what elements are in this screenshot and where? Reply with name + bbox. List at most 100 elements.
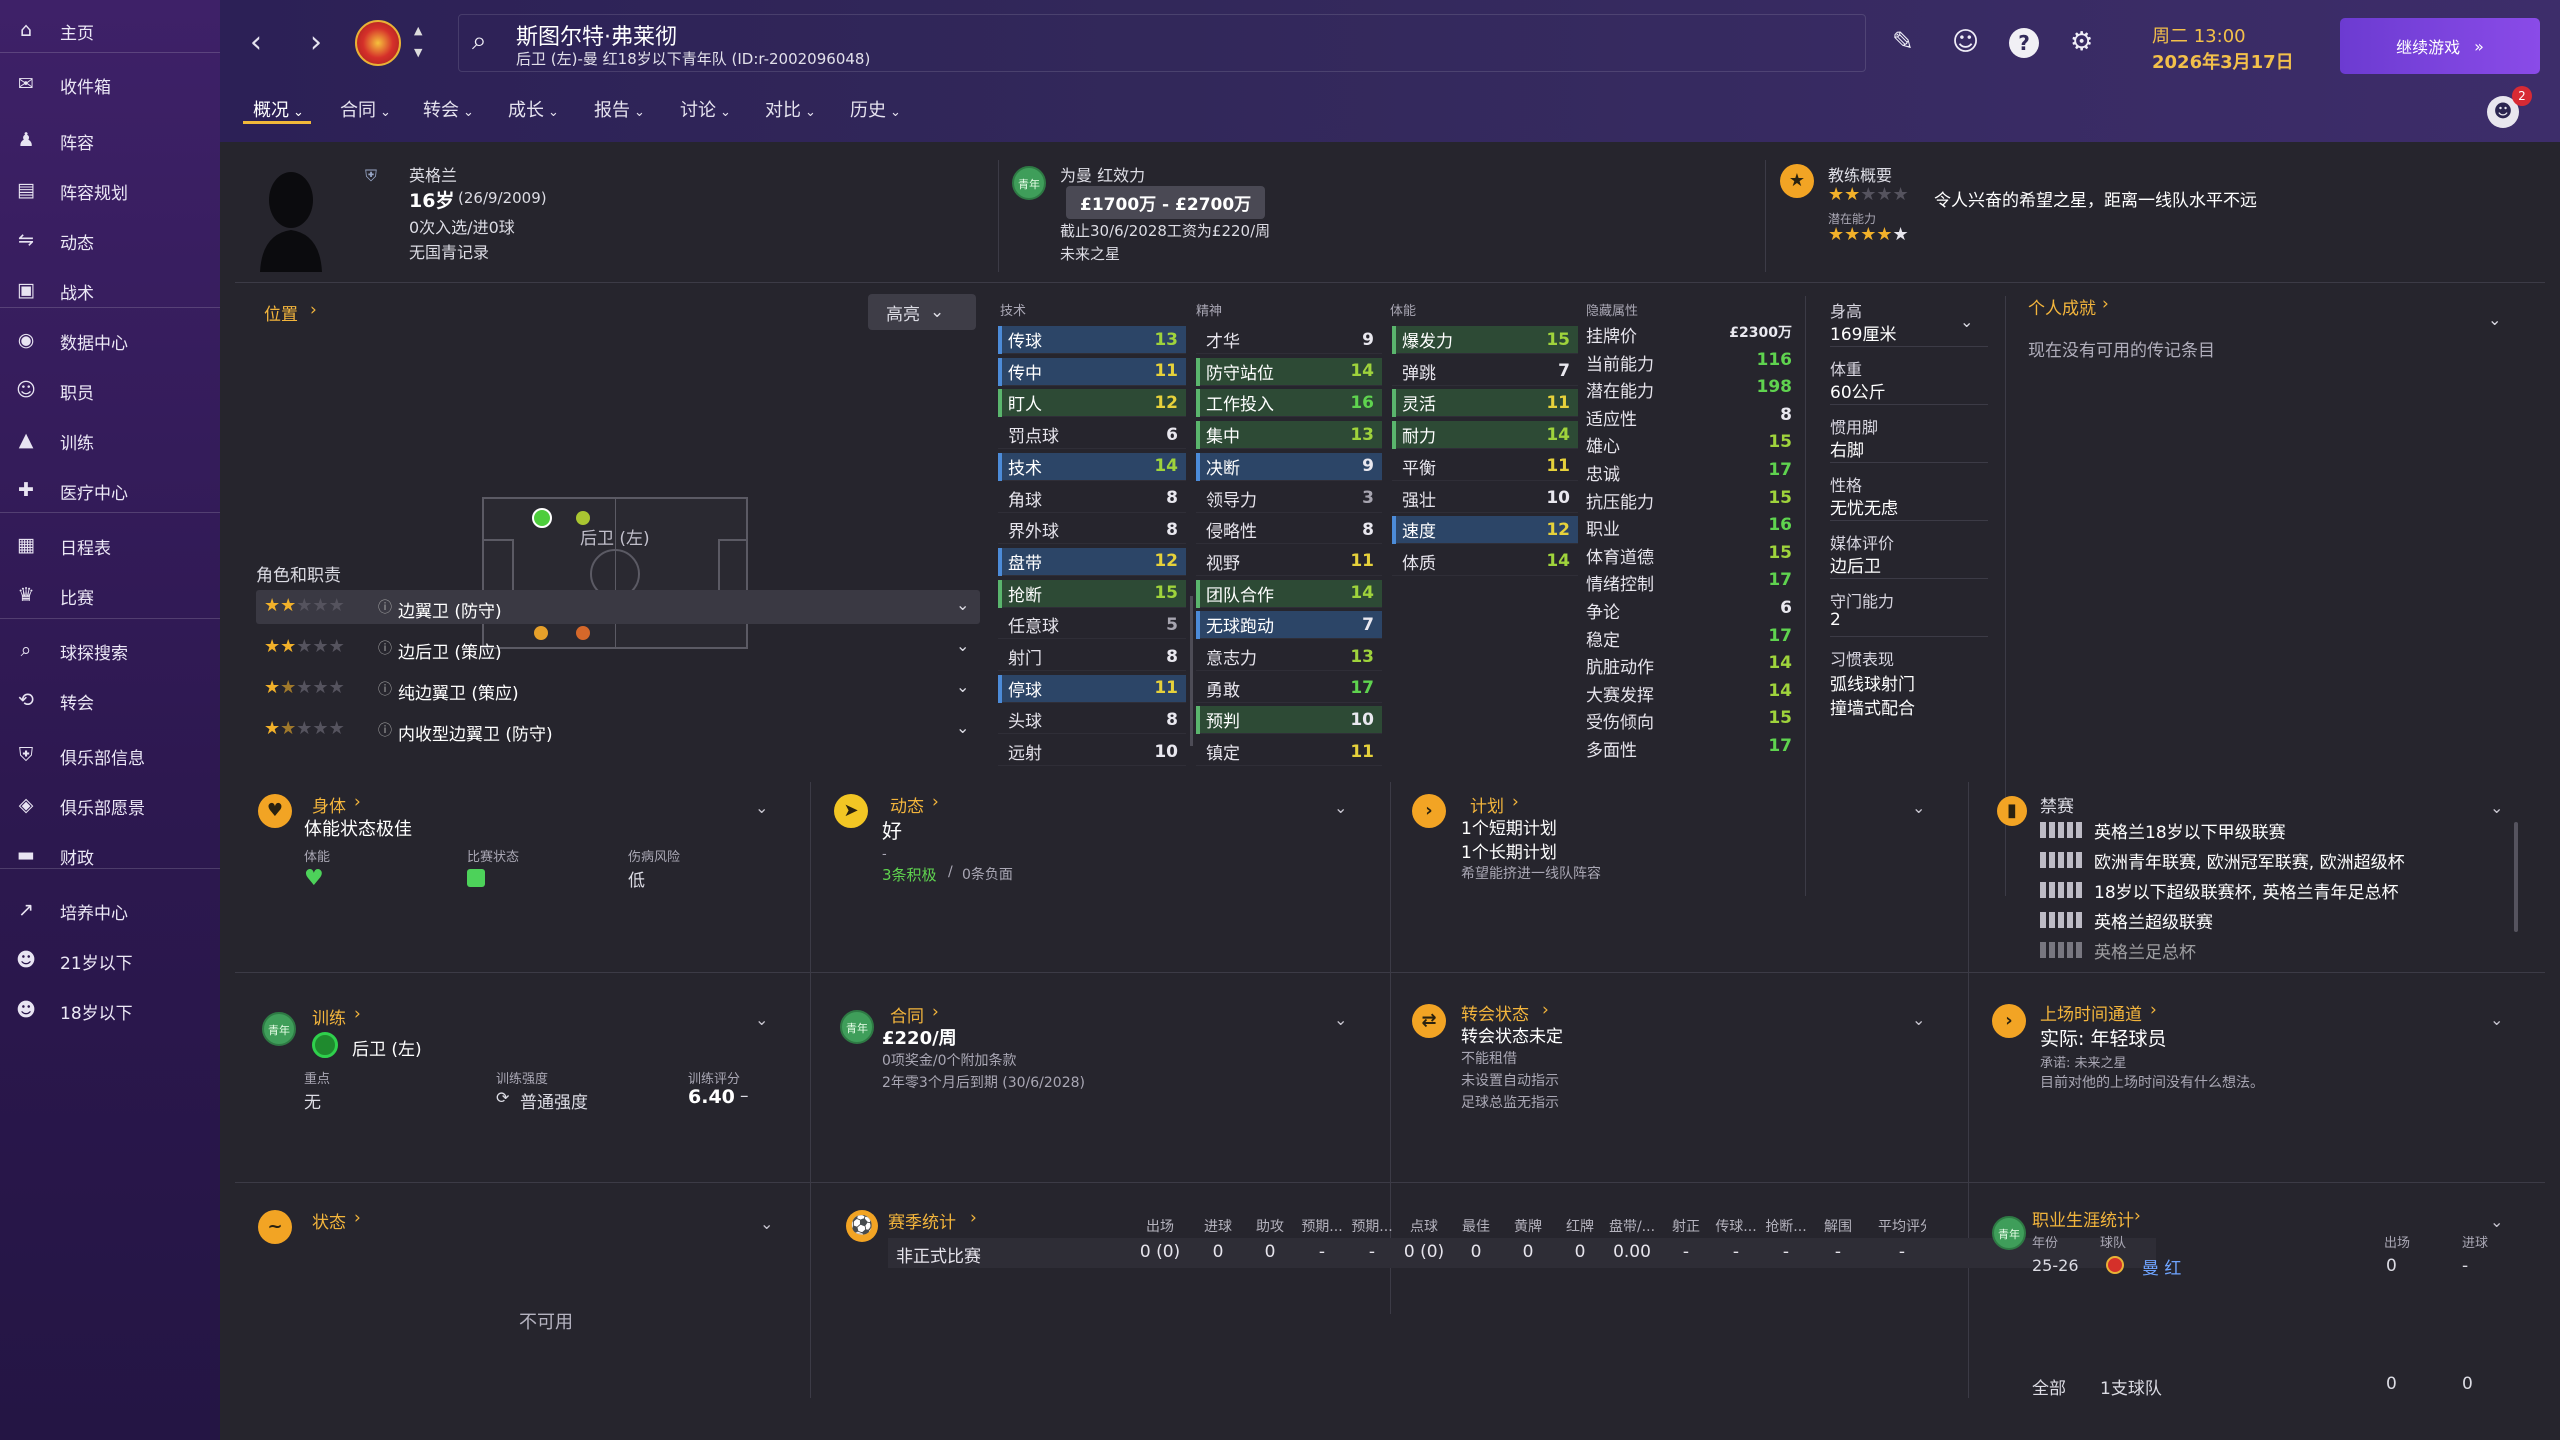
bans-scrollbar[interactable] (2514, 822, 2518, 932)
attribute-technical-5[interactable]: 角球 8 (998, 485, 1186, 513)
search-icon[interactable]: ⌕ (472, 26, 487, 57)
edit-icon[interactable]: ✎ (1892, 28, 1914, 56)
day-time[interactable]: 周二 13:00 (2152, 22, 2246, 48)
tab-0[interactable]: 概况 ⌄ (253, 96, 304, 122)
current-date[interactable]: 2026年3月17日 (2152, 48, 2294, 74)
tab-5[interactable]: 讨论 ⌄ (680, 96, 731, 122)
attribute-technical-4[interactable]: 技术 14 (998, 452, 1186, 481)
sidebar-item-staff[interactable]: ☺ 职员 (0, 370, 220, 410)
sidebar-item-u21[interactable]: ☻ 21岁以下 (0, 940, 220, 980)
highlight-dropdown[interactable]: 高亮 ⌄ (868, 294, 976, 330)
chevron-down-icon[interactable]: ⌄ (956, 677, 969, 696)
career-team[interactable]: 曼 红 (2142, 1254, 2181, 1279)
sidebar-item-finances[interactable]: ▬ 财政 (0, 835, 220, 875)
attribute-technical-3[interactable]: 罚点球 6 (998, 421, 1186, 450)
sidebar-item-dynamics[interactable]: ⇋ 动态 (0, 220, 220, 260)
attribute-mental-8[interactable]: 团队合作 14 (1196, 579, 1382, 608)
tab-7[interactable]: 历史 ⌄ (850, 96, 901, 122)
chevron-down-icon[interactable]: ⌄ (1960, 312, 1973, 331)
attribute-technical-12[interactable]: 头球 8 (998, 706, 1186, 735)
hidden-attribute-6[interactable]: 抗压能力 15 (1586, 486, 1796, 513)
attribute-technical-6[interactable]: 界外球 8 (998, 516, 1186, 545)
contract-summary-title[interactable]: 为曼 红效力 (1060, 162, 1145, 186)
tab-1[interactable]: 合同 ⌄ (340, 96, 391, 122)
role-row[interactable]: ★★★★★ ⓘ 内收型边翼卫 (防守) ⌄ (256, 713, 980, 747)
bans-title[interactable]: 禁赛 (2040, 792, 2074, 817)
attribute-mental-7[interactable]: 视野 11 (1196, 548, 1382, 576)
attribute-technical-7[interactable]: 盘带 12 (998, 547, 1186, 576)
forward-arrow-icon[interactable]: › (310, 28, 322, 58)
role-row[interactable]: ★★★★★ ⓘ 边后卫 (策应) ⌄ (256, 631, 980, 665)
chevron-down-icon[interactable]: ⌄ (2490, 1212, 2503, 1231)
chevron-down-icon[interactable]: ▼ (414, 46, 422, 59)
roles-scrollbar[interactable] (1190, 596, 1193, 746)
hidden-attribute-0[interactable]: 挂牌价 £2300万 (1586, 320, 1796, 347)
sidebar-item-inbox[interactable]: ✉ 收件箱 (0, 64, 220, 104)
tab-2[interactable]: 转会 ⌄ (423, 96, 474, 122)
attribute-technical-2[interactable]: 盯人 12 (998, 389, 1186, 418)
tab-6[interactable]: 对比 ⌄ (765, 96, 816, 122)
sidebar-item-development[interactable]: ↗ 培养中心 (0, 890, 220, 930)
hidden-attribute-12[interactable]: 肮脏动作 14 (1586, 651, 1796, 678)
sidebar-item-transfers[interactable]: ⟲ 转会 (0, 680, 220, 720)
attribute-mental-13[interactable]: 镇定 11 (1196, 738, 1382, 767)
achievements-title[interactable]: 个人成就 (2028, 294, 2096, 319)
attribute-mental-2[interactable]: 工作投入 16 (1196, 389, 1382, 418)
attribute-mental-11[interactable]: 勇敢 17 (1196, 675, 1382, 703)
season-stats-title[interactable]: 赛季统计 (888, 1208, 956, 1233)
help-icon[interactable]: ? (2009, 28, 2039, 58)
body-title[interactable]: 身体 (312, 792, 346, 817)
chevron-down-icon[interactable]: ⌄ (2490, 1010, 2503, 1029)
attribute-physical-6[interactable]: 速度 12 (1392, 516, 1578, 545)
attribute-mental-9[interactable]: 无球跑动 7 (1196, 611, 1382, 640)
hidden-attribute-2[interactable]: 潜在能力 198 (1586, 375, 1796, 402)
chevron-down-icon[interactable]: ⌄ (1912, 798, 1925, 817)
sidebar-item-calendar[interactable]: ▦ 日程表 (0, 525, 220, 565)
sidebar-item-squad-planner[interactable]: ▤ 阵容规划 (0, 170, 220, 210)
sidebar-item-training[interactable]: ▲ 训练 (0, 420, 220, 460)
attribute-mental-5[interactable]: 领导力 3 (1196, 485, 1382, 513)
sidebar-item-scouting[interactable]: ⌕ 球探搜索 (0, 630, 220, 670)
sidebar-item-home[interactable]: ⌂ 主页 (0, 10, 220, 50)
attribute-physical-2[interactable]: 灵活 11 (1392, 389, 1578, 418)
chevron-down-icon[interactable]: ⌄ (956, 595, 969, 614)
sidebar-item-u18[interactable]: ☻ 18岁以下 (0, 990, 220, 1030)
sidebar-item-tactics[interactable]: ▣ 战术 (0, 270, 220, 310)
hidden-attribute-7[interactable]: 职业 16 (1586, 513, 1796, 540)
attribute-mental-0[interactable]: 才华 9 (1196, 326, 1382, 354)
back-arrow-icon[interactable]: ‹ (250, 28, 262, 58)
sidebar-item-trophy[interactable]: ♛ 比赛 (0, 575, 220, 615)
attribute-physical-7[interactable]: 体质 14 (1392, 548, 1578, 576)
attribute-physical-5[interactable]: 强壮 10 (1392, 485, 1578, 513)
hidden-attribute-14[interactable]: 受伤倾向 15 (1586, 706, 1796, 733)
attribute-mental-6[interactable]: 侵略性 8 (1196, 516, 1382, 545)
attribute-physical-3[interactable]: 耐力 14 (1392, 421, 1578, 450)
sidebar-item-club-info[interactable]: ⛨ 俱乐部信息 (0, 735, 220, 775)
role-row[interactable]: ★★★★★ ⓘ 边翼卫 (防守) ⌄ (256, 590, 980, 624)
chevron-down-icon[interactable]: ⌄ (1912, 1010, 1925, 1029)
chevron-down-icon[interactable]: ⌄ (2490, 798, 2503, 817)
form-title[interactable]: 状态 (312, 1208, 346, 1233)
nationality[interactable]: 英格兰 (409, 162, 457, 186)
chevron-down-icon[interactable]: ⌄ (755, 798, 768, 817)
chevron-down-icon[interactable]: ⌄ (1334, 798, 1347, 817)
tab-3[interactable]: 成长 ⌄ (508, 96, 559, 122)
club-crest-icon[interactable] (355, 20, 401, 66)
chevron-down-icon[interactable]: ⌄ (1334, 1010, 1347, 1029)
chevron-down-icon[interactable]: ⌄ (760, 1214, 773, 1233)
hidden-attribute-11[interactable]: 稳定 17 (1586, 624, 1796, 651)
career-title[interactable]: 职业生涯统计 (2032, 1206, 2134, 1231)
hidden-attribute-9[interactable]: 情绪控制 17 (1586, 568, 1796, 595)
attribute-technical-8[interactable]: 抢断 15 (998, 579, 1186, 608)
hidden-attribute-13[interactable]: 大赛发挥 14 (1586, 679, 1796, 706)
attribute-mental-3[interactable]: 集中 13 (1196, 421, 1382, 450)
attribute-mental-4[interactable]: 决断 9 (1196, 452, 1382, 481)
attribute-physical-0[interactable]: 爆发力 15 (1392, 326, 1578, 354)
hidden-attribute-15[interactable]: 多面性 17 (1586, 734, 1796, 761)
hidden-attribute-5[interactable]: 忠诚 17 (1586, 458, 1796, 485)
training-title[interactable]: 训练 (312, 1004, 346, 1029)
role-row[interactable]: ★★★★★ ⓘ 纯边翼卫 (策应) ⌄ (256, 672, 980, 706)
attribute-technical-13[interactable]: 远射 10 (998, 738, 1186, 767)
hidden-attribute-10[interactable]: 争论 6 (1586, 596, 1796, 623)
hidden-attribute-4[interactable]: 雄心 15 (1586, 430, 1796, 457)
